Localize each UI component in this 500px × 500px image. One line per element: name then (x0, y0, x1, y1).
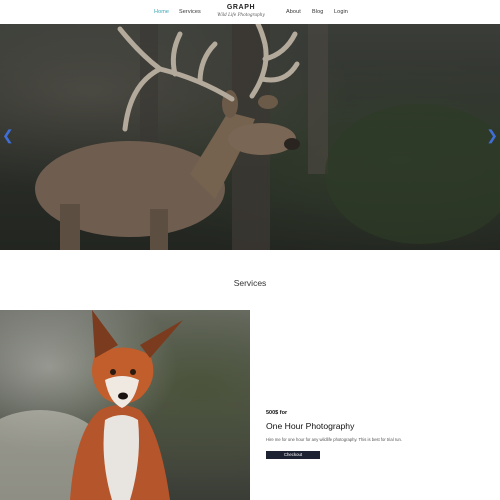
chevron-right-icon[interactable]: ❯ (486, 128, 498, 142)
nav-link-home[interactable]: Home (154, 9, 169, 15)
brand-name: GRAPH (226, 4, 256, 11)
service-description: Hire me for one hour for any wildlife ph… (266, 437, 403, 442)
checkout-button[interactable]: Checkout (266, 451, 320, 459)
service-price: 500$ for (266, 410, 288, 416)
fox-image (0, 310, 183, 500)
nav-link-login[interactable]: Login (334, 9, 348, 15)
section-title-services: Services (233, 278, 267, 288)
service-image-fox (0, 310, 250, 500)
hero-image-deer (35, 24, 500, 250)
chevron-left-icon[interactable]: ❮ (2, 128, 14, 142)
nav-link-services[interactable]: Services (179, 9, 201, 15)
nav-link-about[interactable]: About (286, 9, 301, 15)
nav-link-blog[interactable]: Blog (312, 9, 323, 15)
brand-logo[interactable]: GRAPH Wild Life Photography (213, 4, 269, 17)
hero-carousel: ❮ ❯ (0, 24, 500, 250)
top-navbar: Home Services GRAPH Wild Life Photograph… (0, 0, 500, 24)
brand-tagline: Wild Life Photography (217, 12, 265, 17)
service-title: One Hour Photography (266, 421, 355, 431)
